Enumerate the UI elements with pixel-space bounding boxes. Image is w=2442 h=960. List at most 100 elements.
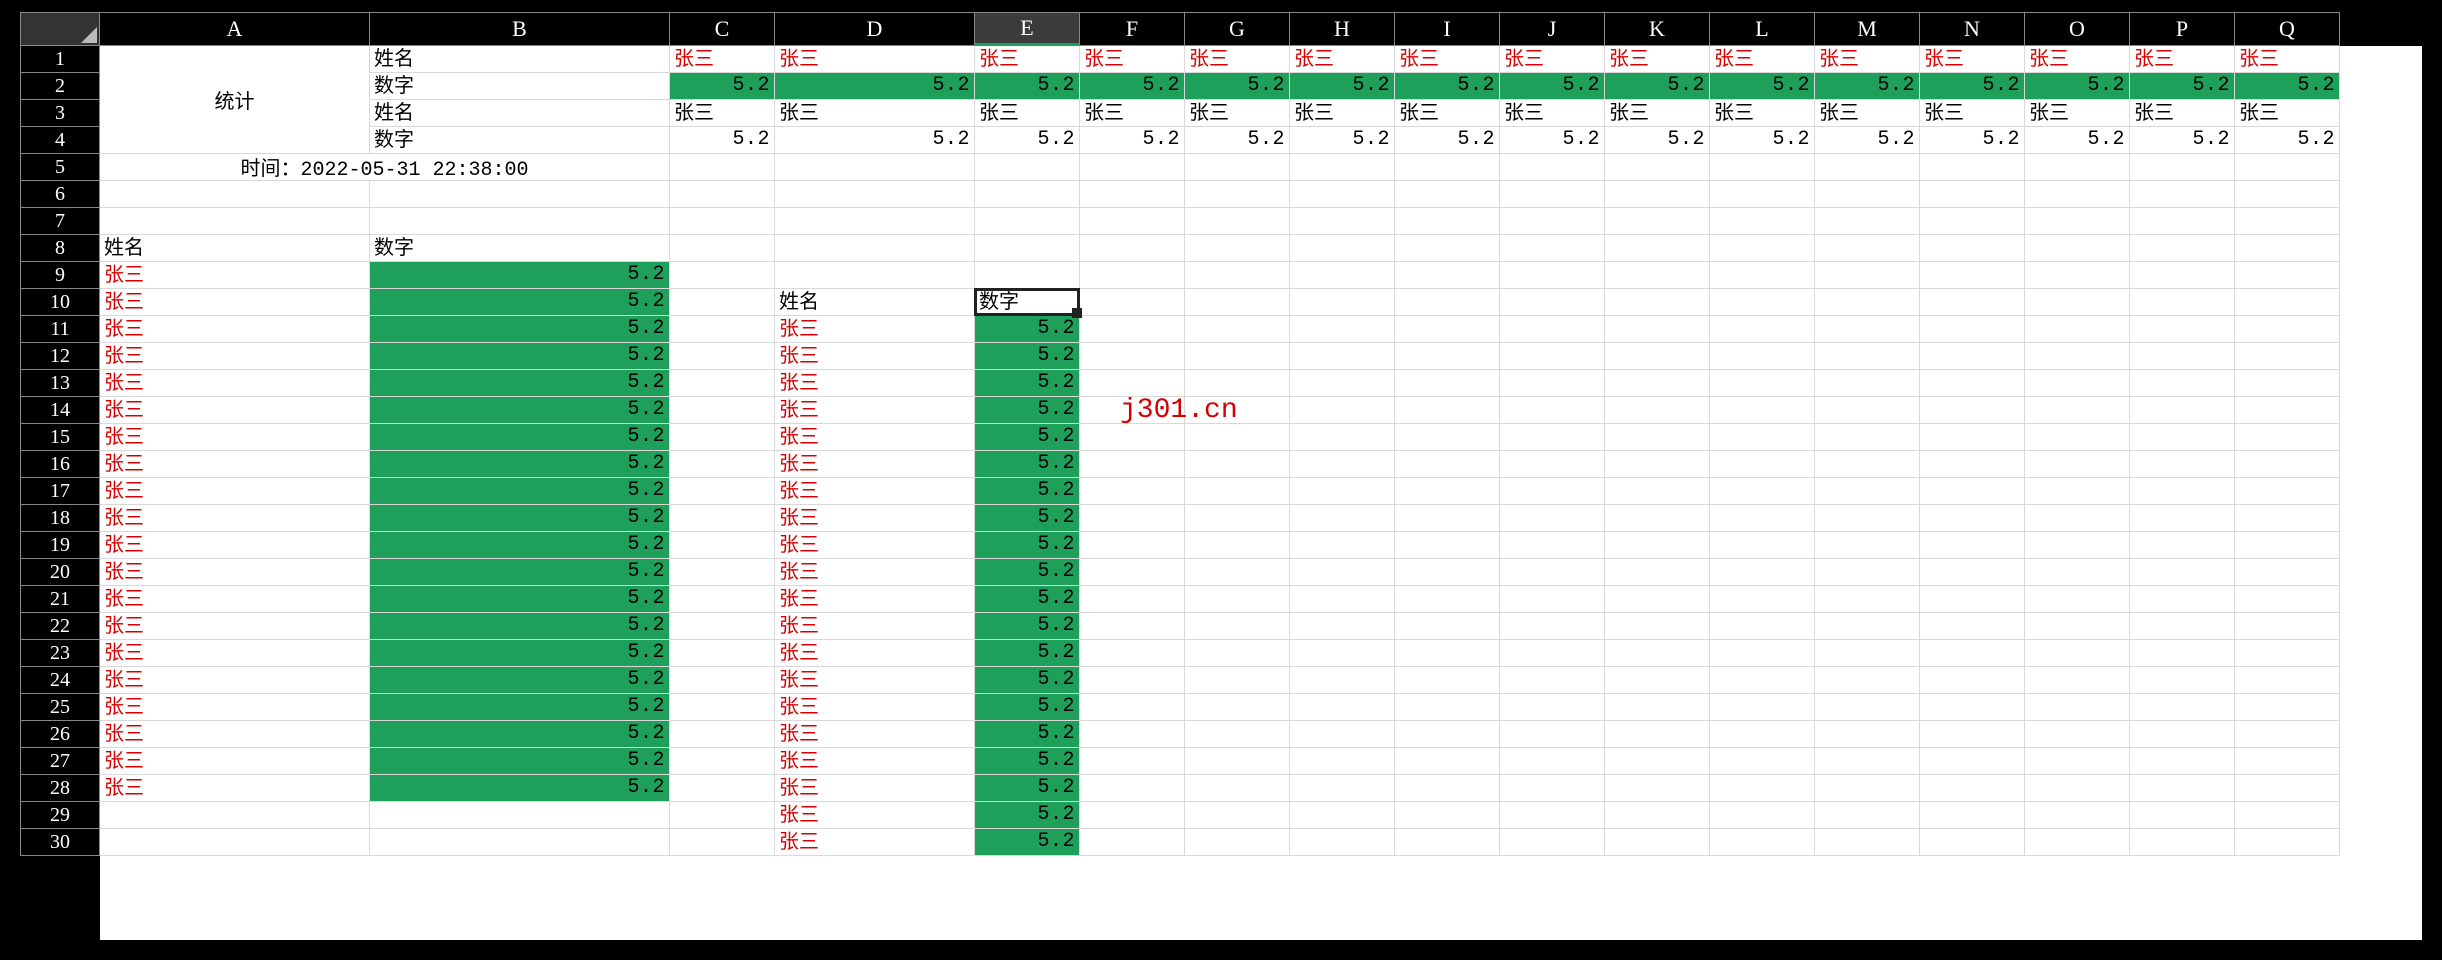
cell-L4[interactable]: 5.2 bbox=[1710, 127, 1815, 154]
cell-Q22[interactable] bbox=[2235, 613, 2340, 640]
cell-M29[interactable] bbox=[1815, 802, 1920, 829]
cell-Q23[interactable] bbox=[2235, 640, 2340, 667]
cell-D14[interactable]: 张三 bbox=[775, 397, 975, 424]
cell-B27[interactable]: 5.2 bbox=[370, 748, 670, 775]
cell-N16[interactable] bbox=[1920, 451, 2025, 478]
cell-Q24[interactable] bbox=[2235, 667, 2340, 694]
cell-E18[interactable]: 5.2 bbox=[975, 505, 1080, 532]
row-header-14[interactable]: 14 bbox=[20, 397, 100, 424]
cell-I16[interactable] bbox=[1395, 451, 1500, 478]
cell-I22[interactable] bbox=[1395, 613, 1500, 640]
cell-I21[interactable] bbox=[1395, 586, 1500, 613]
cell-M2[interactable]: 5.2 bbox=[1815, 73, 1920, 100]
cell-K2[interactable]: 5.2 bbox=[1605, 73, 1710, 100]
cell-P25[interactable] bbox=[2130, 694, 2235, 721]
cell-N3[interactable]: 张三 bbox=[1920, 100, 2025, 127]
cell-O19[interactable] bbox=[2025, 532, 2130, 559]
cell-F18[interactable] bbox=[1080, 505, 1185, 532]
cell-O4[interactable]: 5.2 bbox=[2025, 127, 2130, 154]
cell-F8[interactable] bbox=[1080, 235, 1185, 262]
cell-P16[interactable] bbox=[2130, 451, 2235, 478]
cell-F2[interactable]: 5.2 bbox=[1080, 73, 1185, 100]
row-header-21[interactable]: 21 bbox=[20, 586, 100, 613]
cell-L2[interactable]: 5.2 bbox=[1710, 73, 1815, 100]
cell-K16[interactable] bbox=[1605, 451, 1710, 478]
cell-K28[interactable] bbox=[1605, 775, 1710, 802]
cell-B28[interactable]: 5.2 bbox=[370, 775, 670, 802]
cell-I30[interactable] bbox=[1395, 829, 1500, 856]
cell-P7[interactable] bbox=[2130, 208, 2235, 235]
cell-G18[interactable] bbox=[1185, 505, 1290, 532]
cell-P1[interactable]: 张三 bbox=[2130, 46, 2235, 73]
cell-G15[interactable] bbox=[1185, 424, 1290, 451]
cell-N6[interactable] bbox=[1920, 181, 2025, 208]
cell-C4[interactable]: 5.2 bbox=[670, 127, 775, 154]
cell-D6[interactable] bbox=[775, 181, 975, 208]
cell-J20[interactable] bbox=[1500, 559, 1605, 586]
cell-G19[interactable] bbox=[1185, 532, 1290, 559]
cell-A23[interactable]: 张三 bbox=[100, 640, 370, 667]
cell-G5[interactable] bbox=[1185, 154, 1290, 181]
cell-J3[interactable]: 张三 bbox=[1500, 100, 1605, 127]
cell-Q4[interactable]: 5.2 bbox=[2235, 127, 2340, 154]
cell-H14[interactable] bbox=[1290, 397, 1395, 424]
cell-I13[interactable] bbox=[1395, 370, 1500, 397]
cell-F3[interactable]: 张三 bbox=[1080, 100, 1185, 127]
cell-D17[interactable]: 张三 bbox=[775, 478, 975, 505]
cell-Q27[interactable] bbox=[2235, 748, 2340, 775]
cell-P11[interactable] bbox=[2130, 316, 2235, 343]
row-header-30[interactable]: 30 bbox=[20, 829, 100, 856]
cell-O12[interactable] bbox=[2025, 343, 2130, 370]
cell-Q9[interactable] bbox=[2235, 262, 2340, 289]
column-header-G[interactable]: G bbox=[1185, 12, 1290, 46]
cell-G28[interactable] bbox=[1185, 775, 1290, 802]
spreadsheet[interactable]: ABCDEFGHIJKLMNOPQ 1234567891011121314151… bbox=[20, 12, 2422, 940]
cell-H6[interactable] bbox=[1290, 181, 1395, 208]
cell-B4[interactable]: 数字 bbox=[370, 127, 670, 154]
cell-E21[interactable]: 5.2 bbox=[975, 586, 1080, 613]
cell-H21[interactable] bbox=[1290, 586, 1395, 613]
cell-F15[interactable] bbox=[1080, 424, 1185, 451]
cell-K14[interactable] bbox=[1605, 397, 1710, 424]
column-header-N[interactable]: N bbox=[1920, 12, 2025, 46]
cell-F22[interactable] bbox=[1080, 613, 1185, 640]
row-header-2[interactable]: 2 bbox=[20, 73, 100, 100]
cell-I3[interactable]: 张三 bbox=[1395, 100, 1500, 127]
cell-N28[interactable] bbox=[1920, 775, 2025, 802]
row-header-1[interactable]: 1 bbox=[20, 46, 100, 73]
cell-Q17[interactable] bbox=[2235, 478, 2340, 505]
cell-H19[interactable] bbox=[1290, 532, 1395, 559]
cell-B2[interactable]: 数字 bbox=[370, 73, 670, 100]
cell-A16[interactable]: 张三 bbox=[100, 451, 370, 478]
cell-L17[interactable] bbox=[1710, 478, 1815, 505]
cell-J4[interactable]: 5.2 bbox=[1500, 127, 1605, 154]
cell-D11[interactable]: 张三 bbox=[775, 316, 975, 343]
cell-I2[interactable]: 5.2 bbox=[1395, 73, 1500, 100]
cell-H18[interactable] bbox=[1290, 505, 1395, 532]
cell-A27[interactable]: 张三 bbox=[100, 748, 370, 775]
cell-G16[interactable] bbox=[1185, 451, 1290, 478]
cell-K3[interactable]: 张三 bbox=[1605, 100, 1710, 127]
cell-O14[interactable] bbox=[2025, 397, 2130, 424]
cell-J19[interactable] bbox=[1500, 532, 1605, 559]
cell-L11[interactable] bbox=[1710, 316, 1815, 343]
cell-A30[interactable] bbox=[100, 829, 370, 856]
cell-E7[interactable] bbox=[975, 208, 1080, 235]
cell-M5[interactable] bbox=[1815, 154, 1920, 181]
cell-K13[interactable] bbox=[1605, 370, 1710, 397]
cell-M27[interactable] bbox=[1815, 748, 1920, 775]
cell-C20[interactable] bbox=[670, 559, 775, 586]
cell-L23[interactable] bbox=[1710, 640, 1815, 667]
cell-G7[interactable] bbox=[1185, 208, 1290, 235]
cell-Q1[interactable]: 张三 bbox=[2235, 46, 2340, 73]
cell-H4[interactable]: 5.2 bbox=[1290, 127, 1395, 154]
cell-M17[interactable] bbox=[1815, 478, 1920, 505]
cell-I12[interactable] bbox=[1395, 343, 1500, 370]
cell-D30[interactable]: 张三 bbox=[775, 829, 975, 856]
row-header-12[interactable]: 12 bbox=[20, 343, 100, 370]
cell-grid[interactable]: 统计 时间：2022-05-31 22:38:00 姓名张三张三张三张三张三张三… bbox=[100, 46, 2422, 940]
merged-cell-stat[interactable]: 统计 bbox=[100, 46, 370, 154]
cell-E15[interactable]: 5.2 bbox=[975, 424, 1080, 451]
cell-E14[interactable]: 5.2 bbox=[975, 397, 1080, 424]
row-header-7[interactable]: 7 bbox=[20, 208, 100, 235]
